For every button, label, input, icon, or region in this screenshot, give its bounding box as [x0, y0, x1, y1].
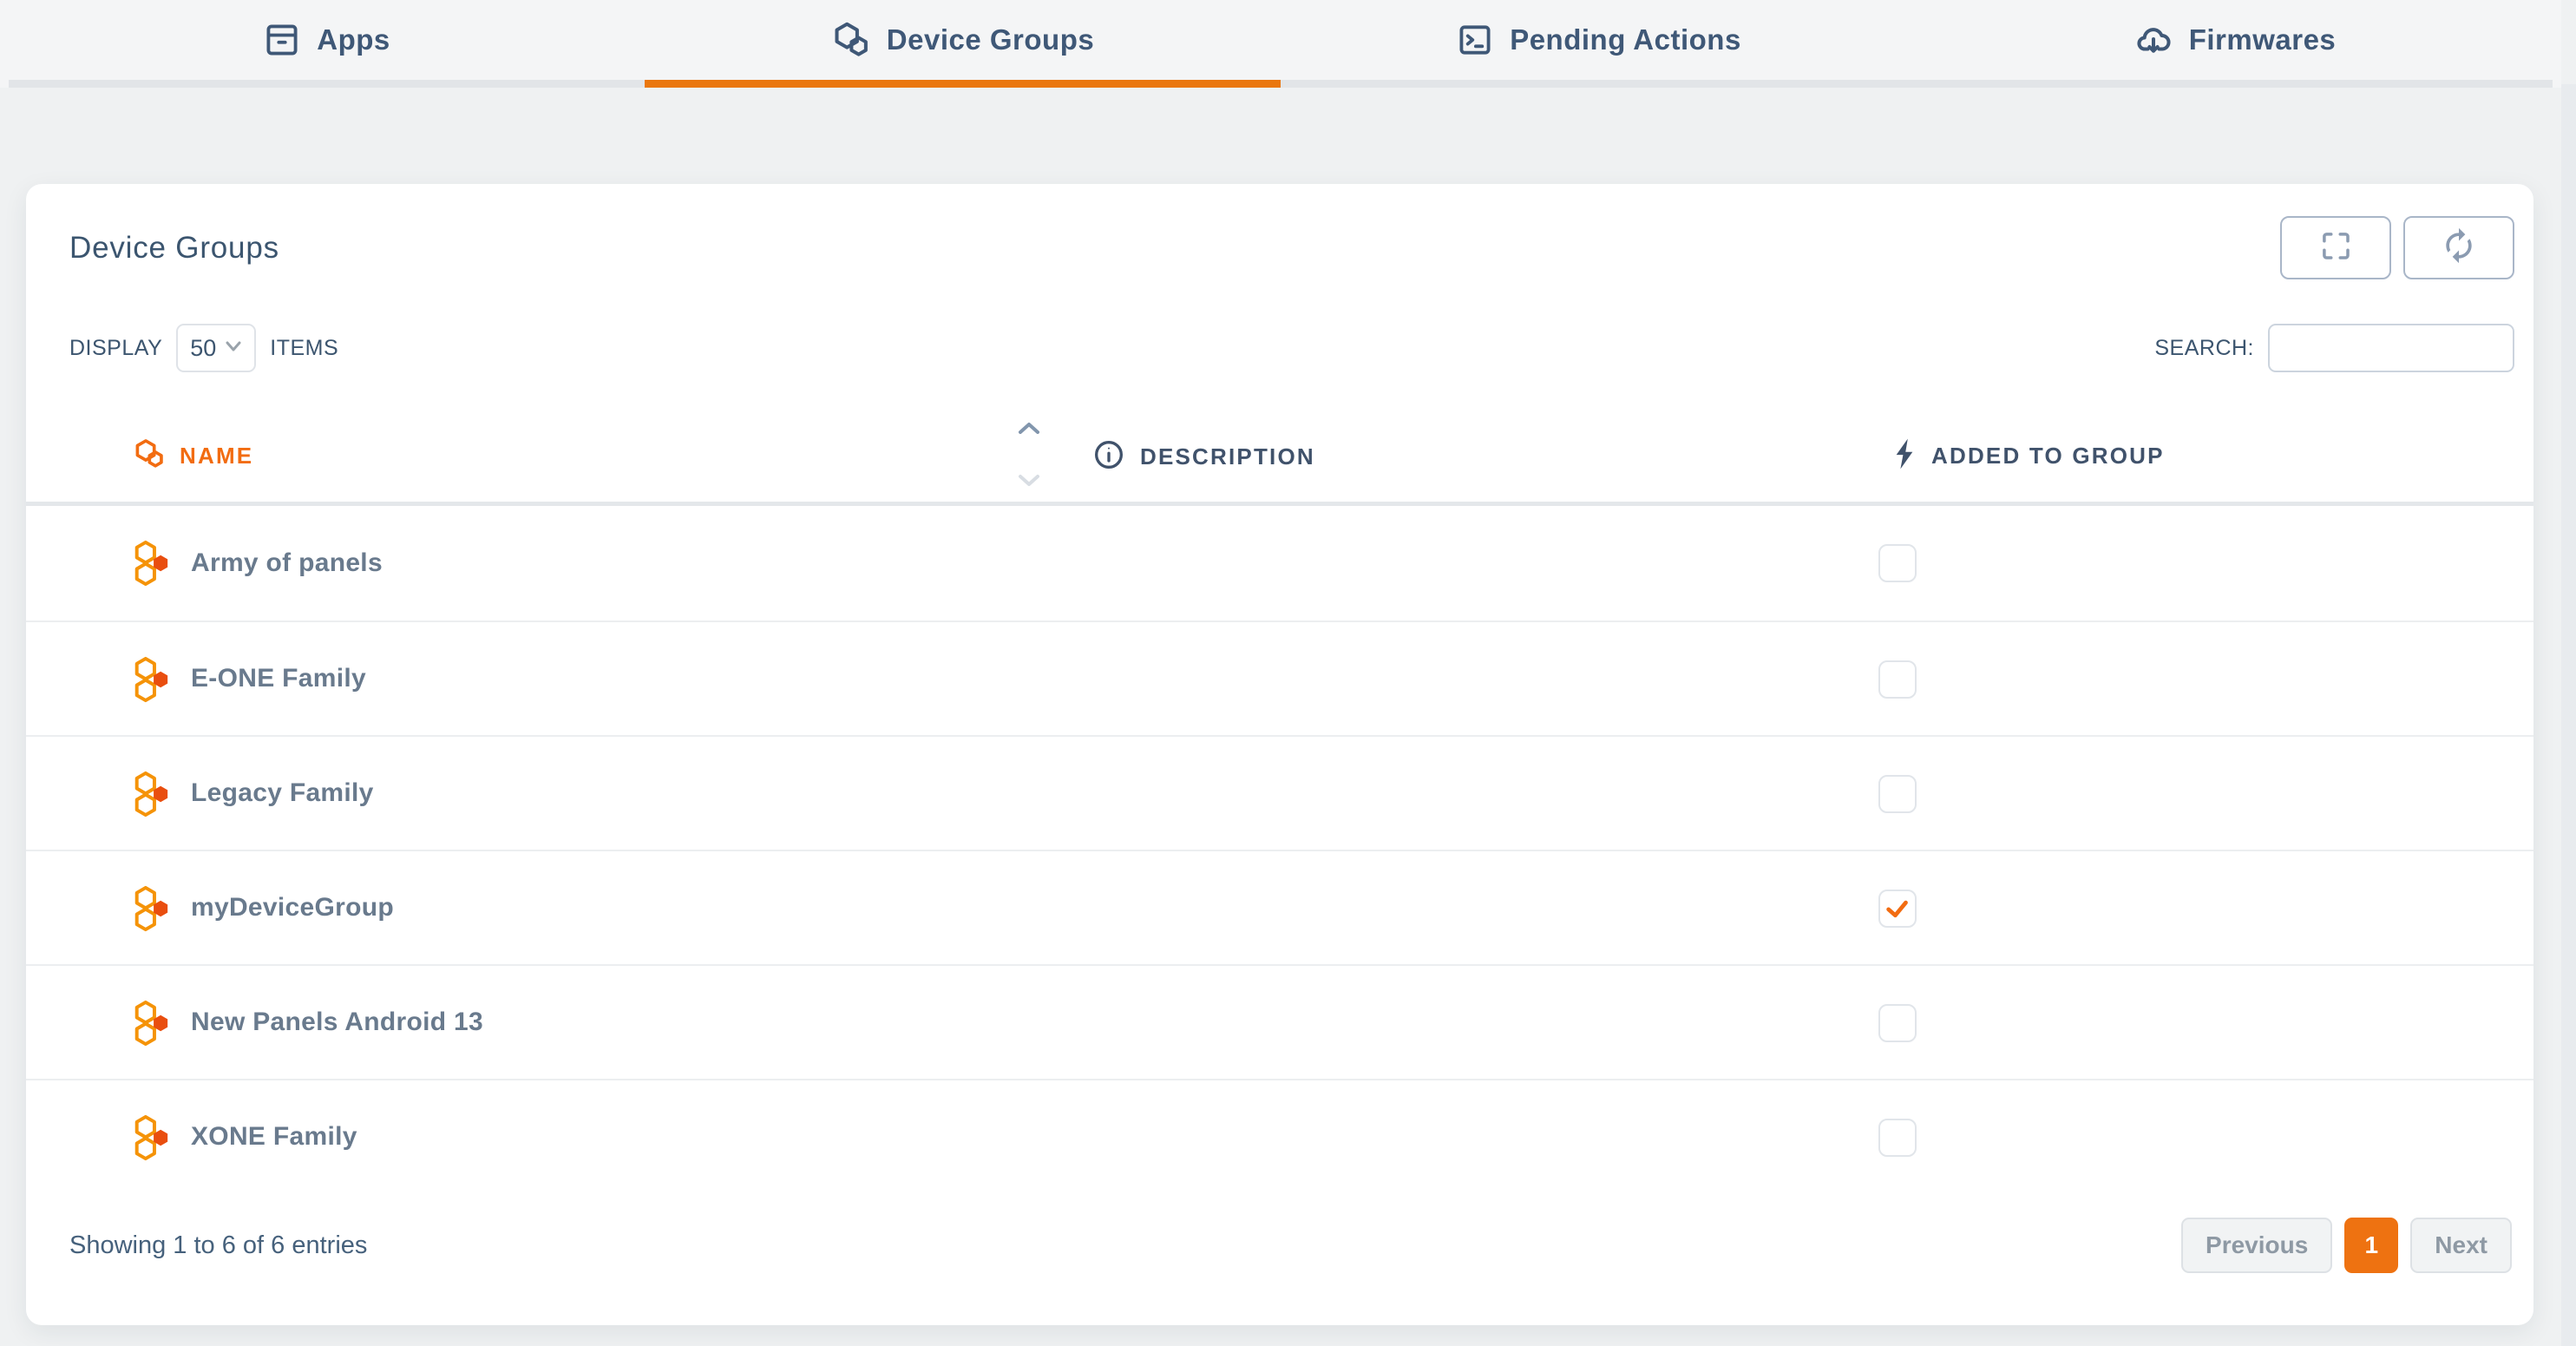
column-label: DESCRIPTION [1140, 443, 1315, 470]
previous-page-button[interactable]: Previous [2181, 1218, 2332, 1273]
added-to-group-checkbox[interactable] [1878, 660, 1917, 699]
refresh-icon [2440, 227, 2478, 269]
entries-summary: Showing 1 to 6 of 6 entries [69, 1231, 367, 1260]
device-groups-panel: Device Groups [26, 184, 2533, 1325]
search-label: SEARCH: [2154, 336, 2254, 361]
sort-asc-icon[interactable] [1016, 420, 1042, 442]
table-row[interactable]: Army of panels [26, 506, 2533, 620]
panel-header: Device Groups [69, 207, 2514, 289]
search-input[interactable] [2268, 324, 2514, 372]
top-tab-bar: Apps Device Groups Pending Actions [0, 0, 2561, 88]
cloud-download-icon [2134, 20, 2173, 60]
tab-label: Apps [317, 23, 390, 56]
table-row[interactable]: New Panels Android 13 [26, 964, 2533, 1079]
table-row[interactable]: Legacy Family [26, 735, 2533, 850]
info-icon [1091, 437, 1126, 476]
group-name: XONE Family [191, 1080, 357, 1193]
added-to-group-checkbox[interactable] [1878, 775, 1917, 813]
column-label: ADDED TO GROUP [1931, 443, 2165, 469]
table-row[interactable]: XONE Family [26, 1079, 2533, 1193]
device-group-icon [831, 20, 871, 60]
column-label: NAME [180, 443, 253, 469]
terminal-icon [1456, 21, 1494, 59]
page-size-value: 50 [190, 335, 216, 362]
search-control: SEARCH: [2154, 324, 2514, 372]
tab-label: Firmwares [2189, 23, 2337, 56]
group-name: E-ONE Family [191, 622, 366, 735]
added-to-group-checkbox[interactable] [1878, 1004, 1917, 1042]
column-header-added-to-group: ADDED TO GROUP [1891, 437, 2165, 475]
chevron-down-icon [225, 340, 242, 357]
device-group-row-icon [133, 1113, 169, 1166]
device-groups-table: NAME [26, 406, 2533, 1193]
table-row[interactable]: myDeviceGroup [26, 850, 2533, 964]
group-name: Army of panels [191, 506, 383, 620]
device-group-row-icon [133, 539, 169, 592]
column-header-name[interactable]: NAME [133, 437, 253, 475]
page-size-control: DISPLAY 50 ITEMS [69, 324, 338, 372]
refresh-button[interactable] [2403, 216, 2514, 279]
display-label: DISPLAY [69, 336, 162, 361]
device-group-row-icon [133, 770, 169, 823]
bolt-icon [1891, 437, 1917, 475]
sort-desc-icon[interactable] [1016, 471, 1042, 493]
tab-label: Device Groups [887, 23, 1094, 56]
group-name: myDeviceGroup [191, 851, 394, 964]
tab-firmwares[interactable]: Firmwares [1917, 0, 2553, 88]
device-group-row-icon [133, 884, 169, 937]
panel-toolbar [2280, 216, 2514, 279]
page-scrollbar[interactable] [2561, 84, 2576, 1346]
group-name: Legacy Family [191, 737, 374, 850]
fullscreen-button[interactable] [2280, 216, 2391, 279]
table-header-row: NAME [26, 406, 2533, 506]
page-number-button[interactable]: 1 [2344, 1218, 2398, 1273]
added-to-group-checkbox[interactable] [1878, 890, 1917, 928]
tab-label: Pending Actions [1510, 23, 1741, 56]
table-body: Army of panels E-ONE Family [26, 506, 2533, 1193]
added-to-group-checkbox[interactable] [1878, 544, 1917, 582]
device-group-row-icon [133, 655, 169, 708]
items-label: ITEMS [270, 336, 338, 361]
next-page-button[interactable]: Next [2410, 1218, 2512, 1273]
pagination: Previous 1 Next [2181, 1218, 2512, 1273]
device-group-row-icon [133, 999, 169, 1052]
tab-pending-actions[interactable]: Pending Actions [1281, 0, 1917, 88]
table-controls: DISPLAY 50 ITEMS SEARCH: [69, 323, 2514, 373]
page-size-select[interactable]: 50 [176, 324, 256, 372]
fullscreen-icon [2317, 227, 2354, 268]
tab-apps[interactable]: Apps [9, 0, 645, 88]
column-header-description: DESCRIPTION [1091, 437, 1315, 476]
table-footer: Showing 1 to 6 of 6 entries Previous 1 N… [69, 1217, 2512, 1274]
group-name: New Panels Android 13 [191, 966, 483, 1079]
added-to-group-checkbox[interactable] [1878, 1119, 1917, 1157]
tab-device-groups[interactable]: Device Groups [645, 0, 1281, 88]
page-title: Device Groups [69, 231, 279, 266]
device-group-icon [133, 437, 166, 475]
archive-box-icon [263, 21, 301, 59]
table-row[interactable]: E-ONE Family [26, 620, 2533, 735]
sort-control[interactable] [1013, 420, 1045, 493]
